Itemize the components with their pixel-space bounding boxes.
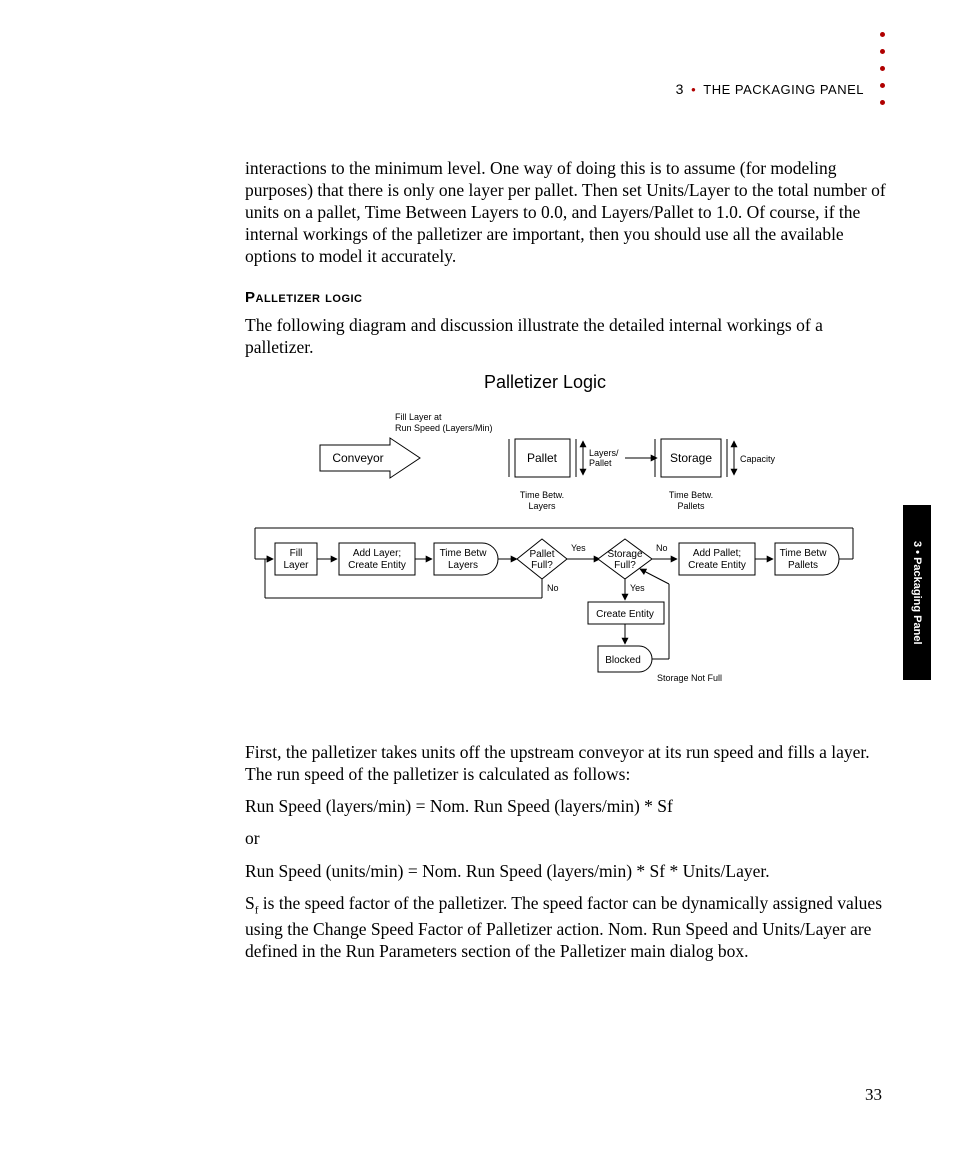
svg-text:Time Betw: Time Betw: [440, 548, 488, 559]
svg-text:Time Betw.: Time Betw.: [520, 490, 564, 500]
svg-text:Pallets: Pallets: [677, 501, 705, 511]
svg-text:Capacity: Capacity: [740, 454, 776, 464]
svg-text:Time Betw.: Time Betw.: [669, 490, 713, 500]
svg-text:No: No: [656, 543, 668, 553]
para-sf: Sf is the speed factor of the palletizer…: [245, 892, 890, 962]
svg-text:Yes: Yes: [571, 543, 586, 553]
svg-text:Full?: Full?: [531, 560, 553, 571]
svg-text:Add Layer;: Add Layer;: [353, 548, 401, 559]
svg-text:Run Speed (Layers/Min): Run Speed (Layers/Min): [395, 423, 493, 433]
svg-text:Storage Not Full: Storage Not Full: [657, 673, 722, 683]
svg-text:Pallet: Pallet: [529, 549, 554, 560]
svg-text:Storage: Storage: [607, 549, 642, 560]
svg-text:Pallet: Pallet: [527, 451, 558, 465]
svg-text:Layer: Layer: [283, 560, 309, 571]
svg-text:Pallet: Pallet: [589, 458, 612, 468]
svg-text:Conveyor: Conveyor: [332, 451, 383, 465]
eq-units: Run Speed (units/min) = Nom. Run Speed (…: [245, 860, 890, 882]
eq-layers: Run Speed (layers/min) = Nom. Run Speed …: [245, 795, 890, 817]
para-runspeed: First, the palletizer takes units off th…: [245, 741, 890, 785]
svg-text:Add Pallet;: Add Pallet;: [693, 548, 741, 559]
or-label: or: [245, 827, 890, 849]
body-content: interactions to the minimum level. One w…: [245, 60, 890, 972]
svg-text:No: No: [547, 583, 559, 593]
svg-text:Fill Layer at: Fill Layer at: [395, 412, 442, 422]
svg-text:Layers/: Layers/: [589, 448, 619, 458]
diagram-title: Palletizer Logic: [484, 372, 606, 392]
svg-text:Layers: Layers: [448, 560, 478, 571]
svg-text:Fill: Fill: [290, 548, 303, 559]
side-tab-label: 3 • Packaging Panel: [911, 541, 923, 645]
palletizer-diagram: Palletizer Logic Fill Layer at Run Speed…: [225, 368, 890, 713]
svg-text:Yes: Yes: [630, 583, 645, 593]
svg-text:Create Entity: Create Entity: [348, 560, 406, 571]
section-intro: The following diagram and discussion ill…: [245, 314, 890, 358]
page-number: 33: [865, 1085, 882, 1105]
svg-text:Create Entity: Create Entity: [688, 560, 746, 571]
svg-text:Storage: Storage: [670, 451, 712, 465]
svg-text:Blocked: Blocked: [605, 655, 641, 666]
svg-text:Layers: Layers: [528, 501, 556, 511]
side-tab: 3 • Packaging Panel: [903, 505, 931, 680]
svg-text:Time Betw: Time Betw: [780, 548, 828, 559]
svg-text:Full?: Full?: [614, 560, 636, 571]
intro-paragraph: interactions to the minimum level. One w…: [245, 157, 890, 267]
svg-text:Pallets: Pallets: [788, 560, 818, 571]
svg-text:Create Entity: Create Entity: [596, 609, 654, 620]
section-heading: Palletizer logic: [245, 289, 890, 306]
